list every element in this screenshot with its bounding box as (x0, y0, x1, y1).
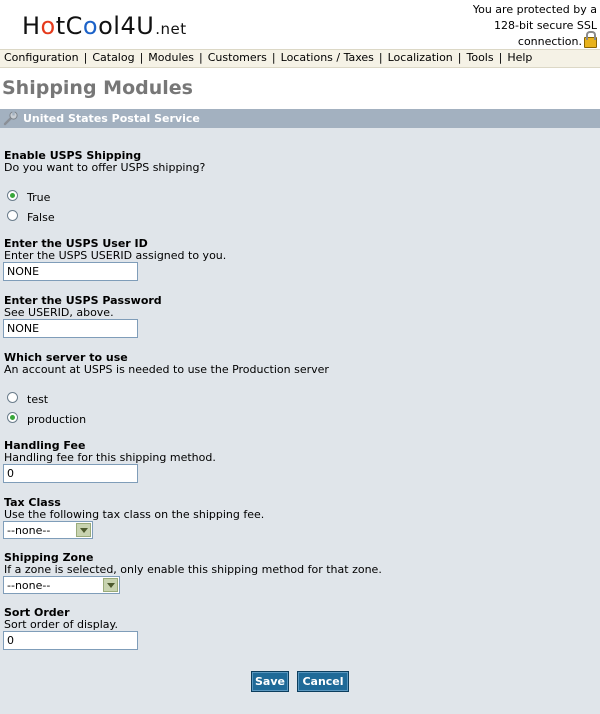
ssl-notice: You are protected by a 128-bit secure SS… (472, 3, 597, 48)
password-input[interactable] (3, 319, 138, 338)
tax-class-value: --none-- (7, 524, 51, 537)
chevron-down-icon[interactable] (76, 523, 91, 537)
nav-separator: | (139, 51, 144, 64)
handling-fee-input[interactable] (3, 464, 138, 483)
nav-separator: | (83, 51, 88, 64)
nav-catalog[interactable]: Catalog (90, 50, 136, 66)
sort-order-input[interactable] (3, 631, 138, 650)
nav-separator: | (378, 51, 383, 64)
nav-help[interactable]: Help (505, 50, 534, 66)
tax-class-desc: Use the following tax class on the shipp… (4, 508, 265, 521)
save-button[interactable]: Save (251, 671, 289, 692)
userid-desc: Enter the USPS USERID assigned to you. (4, 249, 227, 262)
cancel-button[interactable]: Cancel (297, 671, 349, 692)
nav-localization[interactable]: Localization (386, 50, 455, 66)
shipping-zone-value: --none-- (7, 579, 51, 592)
nav-locations-taxes[interactable]: Locations / Taxes (279, 50, 376, 66)
sort-order-desc: Sort order of display. (4, 618, 118, 631)
server-production-radio[interactable] (7, 412, 18, 423)
panel-title: United States Postal Service (23, 112, 200, 125)
server-desc: An account at USPS is needed to use the … (4, 363, 329, 376)
nav-configuration[interactable]: Configuration (2, 50, 81, 66)
nav-modules[interactable]: Modules (146, 50, 196, 66)
panel-header: United States Postal Service (0, 109, 600, 128)
nav-separator: | (271, 51, 276, 64)
tax-class-select[interactable]: --none-- (3, 521, 93, 539)
site-logo[interactable]: HotCool4U.net (22, 12, 187, 40)
handling-fee-desc: Handling fee for this shipping method. (4, 451, 216, 464)
site-header: HotCool4U.net You are protected by a 128… (0, 0, 600, 48)
nav-separator: | (457, 51, 462, 64)
nav-separator: | (199, 51, 203, 64)
server-test-label[interactable]: test (27, 393, 48, 406)
chevron-down-icon[interactable] (103, 578, 118, 592)
enable-true-label[interactable]: True (27, 191, 50, 204)
password-desc: See USERID, above. (4, 306, 114, 319)
enable-false-label[interactable]: False (27, 211, 55, 224)
lock-icon (584, 31, 597, 48)
shipping-zone-desc: If a zone is selected, only enable this … (4, 563, 382, 576)
wrench-icon (3, 111, 18, 126)
server-test-radio[interactable] (7, 392, 18, 403)
page-title: Shipping Modules (2, 77, 193, 99)
nav-separator: | (498, 51, 503, 64)
enable-false-radio[interactable] (7, 210, 18, 221)
top-nav: Configuration | Catalog | Modules | Customers |… (0, 49, 600, 68)
shipping-zone-select[interactable]: --none-- (3, 576, 120, 594)
nav-customers[interactable]: Customers (206, 50, 269, 66)
enable-usps-desc: Do you want to offer USPS shipping? (4, 161, 206, 174)
nav-tools[interactable]: Tools (465, 50, 496, 66)
userid-input[interactable] (3, 262, 138, 281)
server-production-label[interactable]: production (27, 413, 86, 426)
enable-true-radio[interactable] (7, 190, 18, 201)
